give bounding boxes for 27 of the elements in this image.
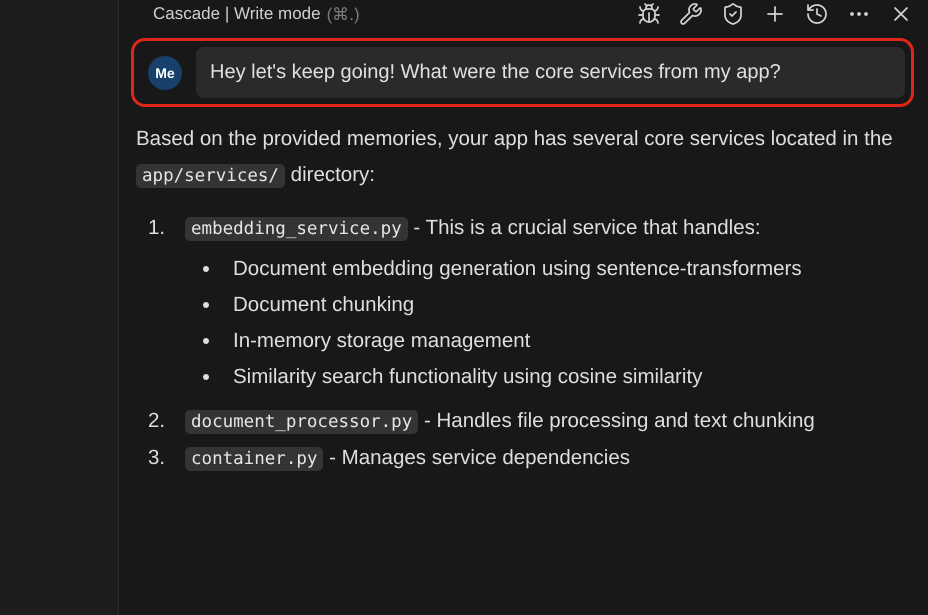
bullet-text: In-memory storage management [233, 328, 532, 354]
bullet-text: Document embedding generation using sentence-transformers [233, 256, 803, 282]
bullet-icon [203, 374, 209, 380]
item-text: - Handles file processing and text chunking [424, 409, 815, 432]
list-number: 2. [147, 408, 166, 434]
history-icon[interactable] [804, 1, 830, 27]
item-text: - Manages service dependencies [329, 446, 630, 469]
list-number: 1. [147, 215, 166, 241]
bullet-icon [203, 302, 209, 308]
panel-title: Cascade | Write mode [153, 4, 321, 24]
list-number: 3. [147, 445, 166, 471]
user-avatar: Me [148, 56, 182, 90]
bullet-icon [203, 338, 209, 344]
inline-code: embedding_service.py [185, 217, 408, 241]
item-text: - This is a crucial service that handles: [413, 216, 761, 239]
tools-icon[interactable] [678, 1, 704, 27]
bullet-text: Similarity search functionality using cosine similarity [233, 364, 704, 390]
bullet-icon [203, 266, 209, 272]
bug-icon[interactable] [636, 1, 662, 27]
answer-text: directory: [290, 163, 375, 186]
inline-code: app/services/ [136, 164, 285, 188]
user-message: Hey let's keep going! What were the core services from my app? [196, 47, 905, 98]
inline-code: container.py [185, 447, 324, 471]
inline-code: document_processor.py [185, 410, 418, 434]
bullet-text: Document chunking [233, 292, 416, 318]
answer-text: Based on the provided memories, your app has several core services located in the [136, 127, 893, 150]
shortcut-hint: (⌘.) [326, 4, 360, 24]
